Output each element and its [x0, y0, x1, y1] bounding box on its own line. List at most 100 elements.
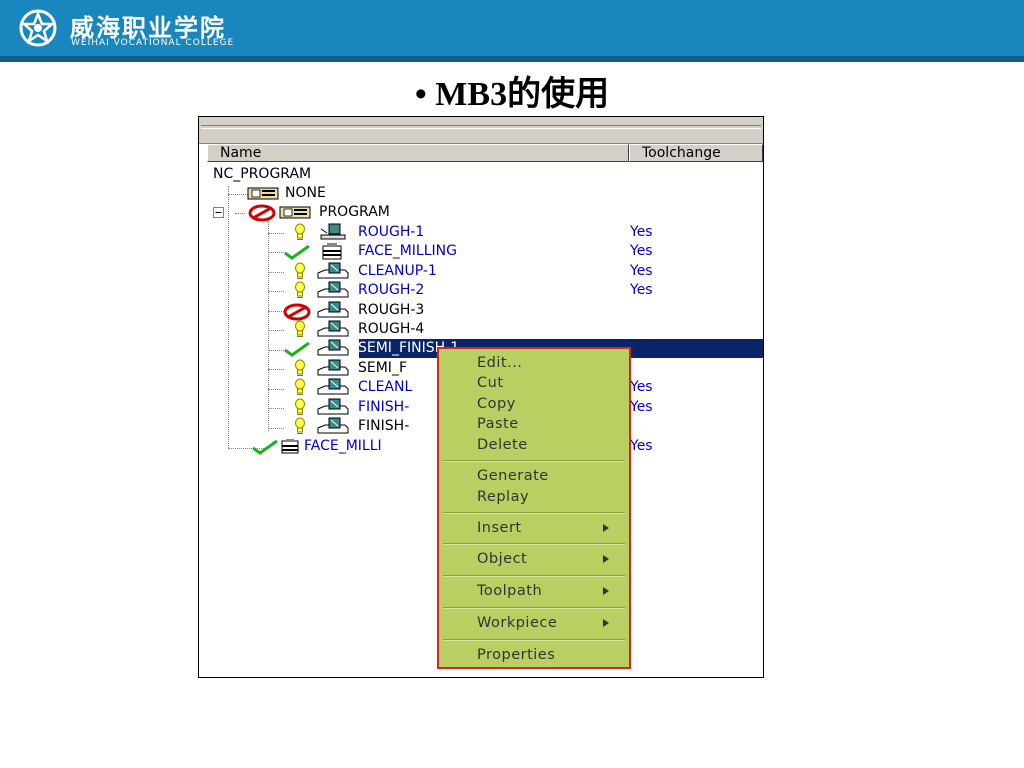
tree-line: [268, 428, 284, 429]
toolchange-value: Yes: [630, 399, 653, 415]
menu-item-replay[interactable]: Replay: [477, 487, 529, 507]
tree-item-label: FACE_MILLI: [304, 438, 382, 454]
operation-icon: [317, 339, 349, 356]
tree-item-label: PROGRAM: [319, 204, 390, 220]
submenu-arrow-icon: [603, 587, 609, 595]
menu-item-paste[interactable]: Paste: [477, 414, 519, 434]
tree-line: [268, 233, 284, 234]
check-status-icon: [252, 439, 278, 455]
tree-line: [235, 213, 245, 214]
submenu-arrow-icon: [603, 619, 609, 627]
program-group-icon: [247, 187, 279, 200]
bulb-status-icon: [295, 281, 305, 298]
toolbar-grip[interactable]: [201, 125, 761, 129]
mill-op-icon: [320, 223, 346, 240]
tree-item-label: NONE: [285, 185, 326, 201]
operation-label: ROUGH-4: [358, 321, 425, 337]
tree-line: [268, 408, 284, 409]
header-stripe: [0, 56, 1024, 62]
menu-separator: [443, 607, 625, 609]
menu-item-workpiece[interactable]: Workpiece: [477, 613, 557, 633]
toolchange-value: Yes: [630, 243, 653, 259]
bulb-status-icon: [295, 320, 305, 337]
bulb-status-icon: [295, 359, 305, 376]
bulb-status-icon: [295, 417, 305, 434]
slide-title: • MB3的使用: [414, 76, 610, 113]
no-entry-status-icon: [248, 204, 276, 222]
menu-item-edit[interactable]: Edit...: [477, 353, 522, 373]
menu-separator: [443, 575, 625, 577]
operation-row[interactable]: ROUGH-3: [283, 301, 757, 321]
bulb-status-icon: [295, 398, 305, 415]
operation-icon: [317, 398, 349, 415]
submenu-arrow-icon: [603, 555, 609, 563]
tree-root-label: NC_PROGRAM: [213, 166, 312, 182]
operation-label: FACE_MILLING: [358, 243, 457, 259]
operation-label: CLEANUP-1: [358, 263, 437, 279]
menu-separator: [443, 460, 625, 462]
operation-label: FINISH-: [358, 399, 410, 415]
context-menu: Edit... Cut Copy Paste Delete Generate R…: [437, 347, 631, 669]
operation-icon: [317, 359, 349, 376]
toolchange-value: Yes: [630, 224, 653, 240]
menu-separator: [443, 639, 625, 641]
operation-label: CLEANL: [358, 379, 413, 395]
collapse-icon[interactable]: [213, 207, 225, 219]
toolchange-value: Yes: [630, 438, 653, 454]
operation-icon: [317, 320, 349, 337]
program-group-icon: [279, 206, 311, 219]
menu-separator: [443, 543, 625, 545]
face-mill-icon: [322, 243, 342, 260]
menu-item-object[interactable]: Object: [477, 549, 527, 569]
operation-label: SEMI_F: [358, 360, 407, 376]
tree-line: [268, 311, 284, 312]
column-header-name[interactable]: Name: [207, 144, 629, 162]
check-status-icon: [284, 244, 310, 260]
operation-icon: [317, 378, 349, 395]
tree-line: [268, 291, 284, 292]
toolchange-value: Yes: [630, 379, 653, 395]
tree-line: [268, 272, 284, 273]
tree-line: [268, 389, 284, 390]
operation-row[interactable]: FACE_MILLING: [284, 242, 757, 261]
menu-item-properties[interactable]: Properties: [477, 645, 555, 665]
operation-row[interactable]: ROUGH-1: [287, 223, 757, 242]
college-subtitle: WEIHAI VOCATIONAL COLLEGE: [71, 38, 235, 48]
menu-item-toolpath[interactable]: Toolpath: [477, 581, 542, 601]
tree-line: [268, 369, 284, 370]
tree-line: [268, 252, 284, 253]
operation-icon: [317, 301, 349, 318]
toolchange-value: Yes: [630, 263, 653, 279]
menu-item-copy[interactable]: Copy: [477, 394, 516, 414]
bulb-status-icon: [295, 262, 305, 279]
menu-item-cut[interactable]: Cut: [477, 373, 504, 393]
operation-icon: [317, 262, 349, 279]
operation-icon: [317, 281, 349, 298]
menu-item-insert[interactable]: Insert: [477, 518, 522, 538]
bulb-status-icon: [295, 378, 305, 395]
operation-label: ROUGH-2: [358, 282, 425, 298]
tree-line: [228, 194, 248, 195]
operation-label: ROUGH-3: [358, 302, 425, 318]
operation-row[interactable]: CLEANUP-1: [287, 262, 757, 281]
submenu-arrow-icon: [603, 524, 609, 532]
operation-label: FINISH-: [358, 418, 410, 434]
tree-line: [268, 350, 284, 351]
menu-separator: [443, 512, 625, 514]
operation-row[interactable]: ROUGH-4: [287, 320, 757, 339]
tree-line: [268, 330, 284, 331]
menu-item-delete[interactable]: Delete: [477, 435, 528, 455]
window-toolbar: [199, 117, 763, 144]
check-status-icon: [284, 341, 310, 357]
college-logo-icon: [19, 9, 57, 47]
operation-icon: [317, 417, 349, 434]
toolchange-value: Yes: [630, 282, 653, 298]
tree-line: [228, 186, 229, 448]
face-mill-icon: [281, 439, 299, 454]
menu-item-generate[interactable]: Generate: [477, 466, 549, 486]
no-entry-status-icon: [283, 303, 311, 321]
column-header-toolchange[interactable]: Toolchange: [629, 144, 763, 162]
operation-row[interactable]: ROUGH-2: [287, 281, 757, 300]
operation-label: ROUGH-1: [358, 224, 425, 240]
bulb-status-icon: [295, 223, 305, 240]
